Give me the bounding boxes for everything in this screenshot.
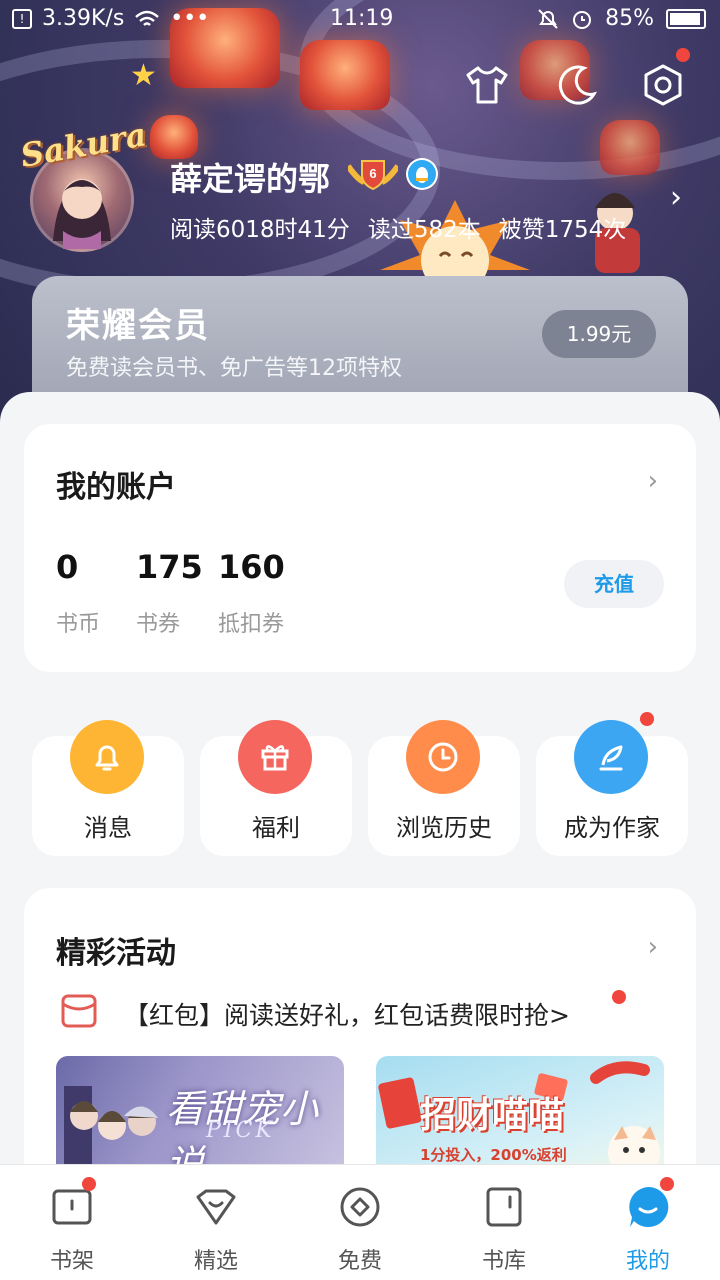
tab-featured[interactable]: 精选 xyxy=(144,1165,288,1280)
network-speed: 3.39K/s xyxy=(42,6,125,31)
lantern-decoration xyxy=(150,115,198,159)
quick-action-messages[interactable]: 消息 xyxy=(32,720,184,856)
history-label: 浏览历史 xyxy=(396,814,492,842)
feather-pen-glyph xyxy=(599,745,623,771)
profile-face-icon xyxy=(629,1186,669,1227)
notification-icon: ! xyxy=(12,8,32,29)
recharge-button[interactable]: 充值 xyxy=(564,560,664,608)
voucher-value: 175 xyxy=(136,548,203,586)
vip-price-button[interactable]: 1.99元 xyxy=(542,310,656,358)
clock: 11:19 xyxy=(330,6,394,31)
bookshelf-notification-dot xyxy=(82,1177,96,1191)
quick-action-become-writer[interactable]: 成为作家 xyxy=(536,720,688,856)
bookshelf-icon xyxy=(52,1189,92,1225)
gift-icon xyxy=(238,720,312,794)
coin-value: 0 xyxy=(56,548,79,586)
account-card[interactable]: 我的账户 › 0 书币 175 书券 160 抵扣券 充值 xyxy=(24,424,696,672)
settings-hex-icon[interactable] xyxy=(640,62,686,108)
account-chevron-right-icon[interactable]: › xyxy=(648,466,658,496)
tab-library[interactable]: 书库 xyxy=(432,1165,576,1280)
discount-coupon-balance[interactable]: 160 抵扣券 xyxy=(218,548,285,638)
feather-pen-icon xyxy=(574,720,648,794)
bottom-navigation: 书架 精选 免费 书库 我的 xyxy=(0,1164,720,1280)
voucher-balance[interactable]: 175 书券 xyxy=(136,548,203,638)
discount-coupon-value: 160 xyxy=(218,548,285,586)
likes-received: 被赞1754次 xyxy=(498,217,627,243)
promo-notification-dot xyxy=(612,990,626,1004)
battery-icon xyxy=(666,8,706,29)
vip-description: 免费读会员书、免广告等12项特权 xyxy=(66,356,402,381)
tab-me[interactable]: 我的 xyxy=(576,1165,720,1280)
bell-icon xyxy=(70,720,144,794)
status-bar: ! 3.39K/s ••• 11:19 85% xyxy=(0,0,720,38)
welfare-label: 福利 xyxy=(252,814,300,842)
clock-icon xyxy=(406,720,480,794)
become-writer-label: 成为作家 xyxy=(564,814,660,842)
more-dots: ••• xyxy=(170,6,210,31)
coin-label: 书币 xyxy=(56,612,101,637)
banner-lucky-cat-subtitle: 1分投入，200%返利 xyxy=(420,1146,567,1164)
reading-time: 阅读6018时41分 xyxy=(170,217,350,243)
settings-notification-dot xyxy=(676,48,690,62)
qq-badge xyxy=(406,158,438,190)
battery-percent: 85% xyxy=(605,6,654,31)
username[interactable]: 薛定谔的鄂 xyxy=(170,154,330,200)
moon-icon[interactable] xyxy=(554,62,600,108)
coin-balance[interactable]: 0 书币 xyxy=(56,548,100,638)
level-number: 6 xyxy=(369,166,376,181)
tab-bookshelf[interactable]: 书架 xyxy=(0,1165,144,1280)
lantern-decoration xyxy=(300,40,390,110)
vip-title: 荣耀会员 xyxy=(66,306,210,346)
tab-free-label: 免费 xyxy=(337,1249,382,1274)
me-notification-dot xyxy=(660,1177,674,1191)
bell-glyph xyxy=(95,745,119,771)
qq-penguin-icon xyxy=(408,160,436,188)
tab-library-label: 书库 xyxy=(481,1249,526,1274)
profile-chevron-right-icon[interactable]: › xyxy=(670,180,682,215)
tab-free[interactable]: 免费 xyxy=(288,1165,432,1280)
tab-me-label: 我的 xyxy=(625,1249,670,1274)
messages-label: 消息 xyxy=(84,814,132,842)
mute-bell-icon xyxy=(538,8,558,29)
banner-pick-text: PICK xyxy=(206,1118,275,1143)
red-packet-promo-link[interactable]: 【红包】阅读送好礼，红包话费限时抢> xyxy=(124,996,570,1032)
account-title: 我的账户 xyxy=(56,470,176,505)
banner-lucky-cat-title: 招财喵喵 xyxy=(420,1095,565,1136)
lucky-cat-banner[interactable]: 招财喵喵 1分投入，200%返利 xyxy=(376,1056,664,1176)
gift-glyph xyxy=(261,745,289,771)
quick-action-history[interactable]: 浏览历史 xyxy=(368,720,520,856)
events-chevron-right-icon[interactable]: › xyxy=(648,932,658,962)
discount-coupon-label: 抵扣券 xyxy=(218,612,285,637)
events-title: 精彩活动 xyxy=(56,936,176,971)
wifi-icon xyxy=(135,10,160,26)
reading-stats: 阅读6018时41分 读过582本 被赞1754次 xyxy=(170,210,626,244)
writer-notification-dot xyxy=(640,712,654,726)
red-packet-icon xyxy=(61,994,97,1028)
banner-characters-illustration xyxy=(64,1086,158,1176)
tab-bookshelf-label: 书架 xyxy=(49,1249,94,1274)
quick-action-welfare[interactable]: 福利 xyxy=(200,720,352,856)
coin-icon xyxy=(340,1187,380,1227)
star-decoration: ★ xyxy=(130,58,157,93)
books-read: 读过582本 xyxy=(367,217,481,243)
tshirt-icon[interactable] xyxy=(464,62,510,108)
level-badge-icon: 6 xyxy=(348,160,398,190)
diamond-icon xyxy=(196,1189,236,1225)
tab-featured-label: 精选 xyxy=(193,1249,238,1274)
book-icon xyxy=(486,1187,522,1227)
sweet-romance-banner[interactable]: 看甜宠小说 PICK xyxy=(56,1056,344,1176)
lantern-decoration xyxy=(600,120,660,175)
voucher-label: 书券 xyxy=(136,612,181,637)
clock-glyph xyxy=(428,742,458,772)
alarm-icon xyxy=(573,10,592,29)
